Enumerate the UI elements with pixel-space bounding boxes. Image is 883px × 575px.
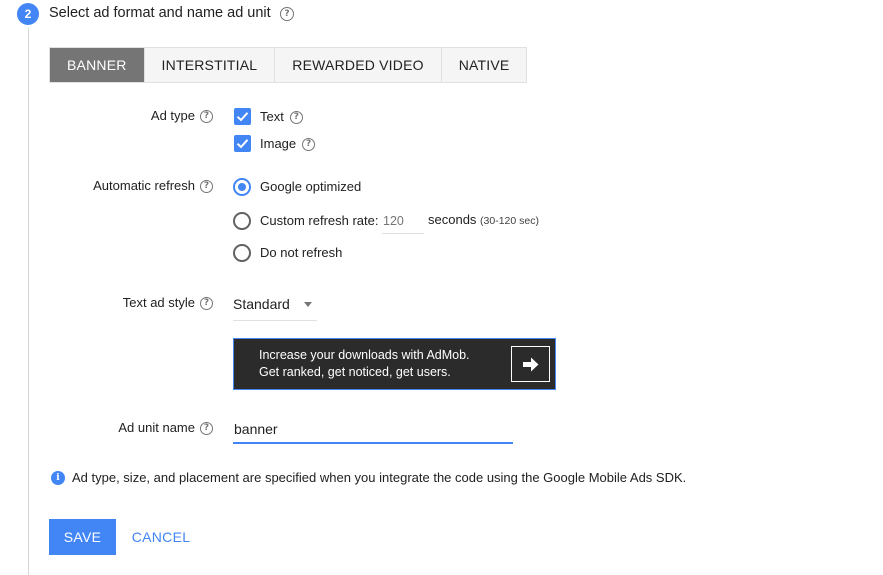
banner-preview: Increase your downloads with AdMob. Get … — [233, 338, 556, 390]
arrow-right-icon — [523, 357, 539, 372]
text-ad-style-value: Standard — [233, 296, 290, 312]
text-option-label: Text — [260, 109, 284, 124]
image-help-icon[interactable]: ? — [302, 138, 316, 152]
step-title: Select ad format and name ad unit — [49, 5, 271, 21]
preview-description: Get ranked, get noticed, get users. — [259, 365, 451, 379]
cancel-button[interactable]: CANCEL — [124, 519, 198, 555]
ad-unit-form: 2 Select ad format and name ad unit ? BA… — [0, 0, 883, 575]
image-option: Image? — [260, 136, 316, 152]
tab-banner[interactable]: BANNER — [50, 48, 145, 82]
text-option: Text? — [260, 109, 303, 125]
refresh-rate-input[interactable] — [382, 208, 424, 234]
preview-headline: Increase your downloads with AdMob. — [259, 348, 470, 362]
info-icon: i — [51, 471, 65, 485]
preview-arrow-button — [511, 346, 550, 382]
text-ad-style-help-icon[interactable]: ? — [200, 297, 213, 311]
seconds-label: seconds (30-120 sec) — [428, 212, 539, 227]
text-ad-style-label-text: Text ad style — [122, 295, 195, 310]
seconds-range: (30-120 sec) — [480, 215, 539, 227]
step-help-icon[interactable]: ? — [280, 7, 294, 21]
ad-unit-name-label-text: Ad unit name — [118, 420, 195, 435]
text-ad-style-select[interactable]: Standard — [233, 291, 317, 321]
ad-unit-name-help-icon[interactable]: ? — [200, 422, 213, 436]
text-ad-style-label: Text ad style? — [122, 295, 213, 311]
ad-format-tabs: BANNER INTERSTITIAL REWARDED VIDEO NATIV… — [49, 47, 528, 83]
check-icon — [236, 139, 249, 149]
automatic-refresh-help-icon[interactable]: ? — [200, 180, 213, 194]
custom-refresh-radio[interactable] — [233, 212, 251, 230]
image-option-label: Image — [260, 136, 297, 151]
tab-native[interactable]: NATIVE — [442, 48, 527, 82]
seconds-text: seconds — [428, 212, 477, 227]
save-button[interactable]: SAVE — [49, 519, 116, 555]
text-checkbox[interactable] — [234, 108, 251, 125]
image-checkbox[interactable] — [234, 135, 251, 152]
ad-unit-name-label: Ad unit name? — [118, 420, 213, 436]
do-not-refresh-radio[interactable] — [233, 244, 251, 262]
google-optimized-radio[interactable] — [233, 178, 251, 196]
custom-refresh-label: Custom refresh rate: — [260, 213, 379, 228]
automatic-refresh-label: Automatic refresh? — [93, 178, 213, 194]
ad-type-label: Ad type? — [150, 108, 213, 124]
step-connector-line — [28, 28, 29, 575]
text-help-icon[interactable]: ? — [289, 111, 303, 125]
dropdown-caret-icon — [304, 302, 312, 307]
check-icon — [236, 112, 249, 122]
step-number-badge: 2 — [17, 3, 39, 25]
tab-rewarded-video[interactable]: REWARDED VIDEO — [275, 48, 442, 82]
ad-unit-name-input[interactable] — [233, 416, 513, 444]
info-text: Ad type, size, and placement are specifi… — [72, 470, 687, 485]
do-not-refresh-label: Do not refresh — [260, 245, 343, 260]
tab-interstitial[interactable]: INTERSTITIAL — [145, 48, 276, 82]
ad-type-help-icon[interactable]: ? — [200, 110, 213, 124]
google-optimized-label: Google optimized — [260, 179, 362, 194]
ad-type-label-text: Ad type — [150, 108, 195, 123]
automatic-refresh-label-text: Automatic refresh — [93, 178, 195, 193]
